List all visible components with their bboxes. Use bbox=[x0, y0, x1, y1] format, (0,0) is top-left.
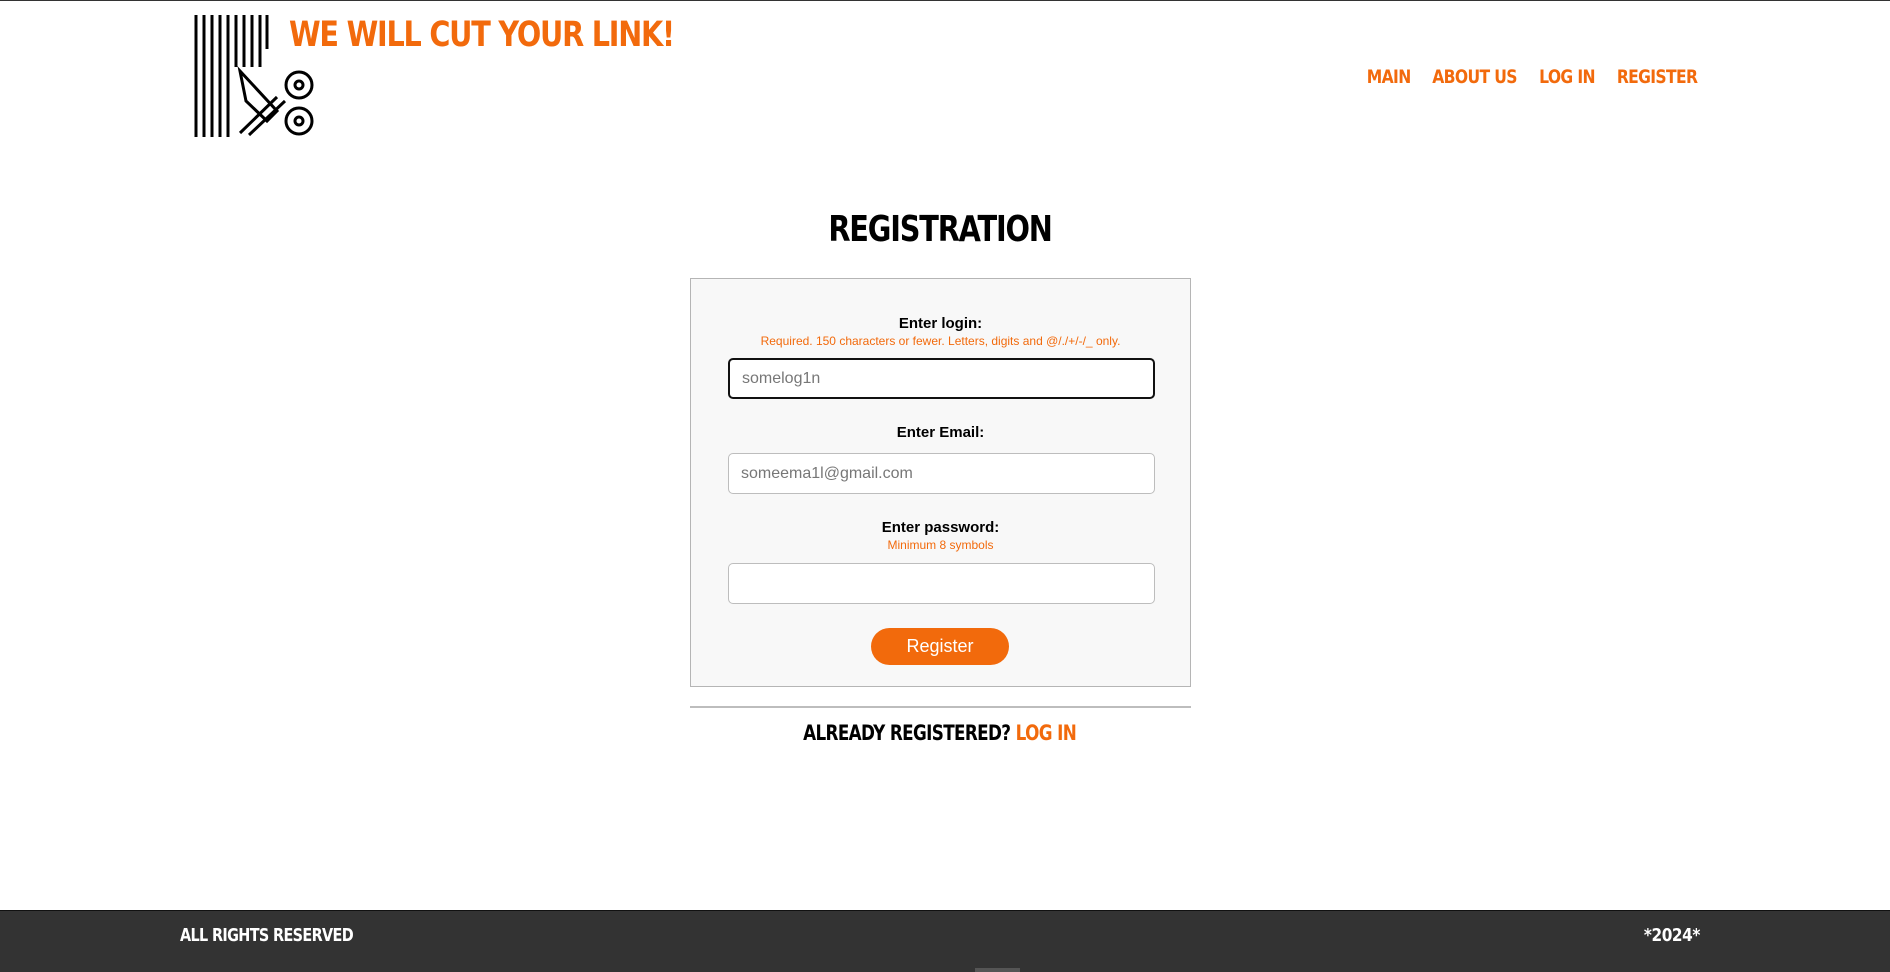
login-input[interactable] bbox=[728, 358, 1155, 399]
password-help-text: Minimum 8 symbols bbox=[887, 538, 994, 552]
login-prompt: ALREADY REGISTERED? LOG IN bbox=[0, 721, 1880, 745]
divider bbox=[690, 706, 1191, 708]
nav-log-in[interactable]: LOG IN bbox=[1539, 66, 1595, 88]
nav-about-us[interactable]: ABOUT US bbox=[1432, 66, 1517, 88]
page: WE WILL CUT YOUR LINK! MAIN ABOUT US LOG… bbox=[0, 0, 1890, 972]
nav-register[interactable]: REGISTER bbox=[1617, 66, 1698, 88]
registration-form: Enter login: Required. 150 characters or… bbox=[690, 278, 1191, 687]
login-help-text: Required. 150 characters or fewer. Lette… bbox=[760, 334, 1121, 348]
login-prompt-text: ALREADY REGISTERED? bbox=[803, 721, 1011, 745]
password-label: Enter password: bbox=[881, 519, 1000, 536]
login-link[interactable]: LOG IN bbox=[1016, 721, 1077, 745]
site-title: WE WILL CUT YOUR LINK! bbox=[289, 15, 675, 55]
email-input[interactable] bbox=[728, 453, 1155, 494]
email-label: Enter Email: bbox=[896, 424, 985, 441]
footer-rights-text: ALL RIGHTS RESERVED bbox=[180, 925, 354, 946]
nav-main[interactable]: MAIN bbox=[1367, 66, 1411, 88]
register-button[interactable]: Register bbox=[871, 628, 1009, 665]
page-title: REGISTRATION bbox=[828, 209, 1053, 250]
login-label: Enter login: bbox=[898, 315, 983, 332]
footer: ALL RIGHTS RESERVED *2024* bbox=[0, 910, 1890, 972]
main-nav: MAIN ABOUT US LOG IN REGISTER bbox=[1367, 66, 1700, 88]
scrollbar-thumb[interactable] bbox=[975, 968, 1020, 972]
password-input[interactable] bbox=[728, 563, 1155, 604]
footer-year: *2024* bbox=[1643, 925, 1700, 946]
